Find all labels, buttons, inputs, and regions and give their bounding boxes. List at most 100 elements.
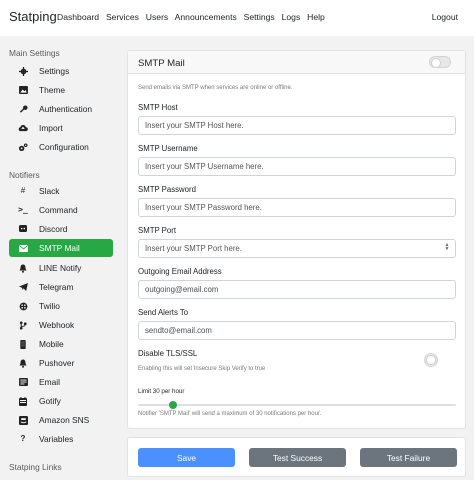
disable-tls-hint: Enabling this will set Insecure Skip Ver… <box>138 366 266 372</box>
sidebar-item-label: Import <box>39 123 63 133</box>
sidebar-item-line-notify[interactable]: LINE Notify <box>9 259 113 277</box>
sidebar-item-mobile[interactable]: Mobile <box>9 335 113 353</box>
sidebar-item-label: Theme <box>39 85 66 95</box>
sidebar-item-label: Variables <box>39 434 74 444</box>
sidebar-item-gotify[interactable]: Gotify <box>9 392 113 410</box>
sidebar-item-email[interactable]: Email <box>9 373 113 391</box>
limit-label: Limit 30 per hour <box>138 388 185 395</box>
outgoing-email-label: Outgoing Email Address <box>138 267 222 276</box>
nav-announcements[interactable]: Announcements <box>175 12 237 22</box>
twilio-icon <box>15 302 31 311</box>
sidebar-item-label: Configuration <box>39 142 89 152</box>
nav-dashboard[interactable]: Dashboard <box>57 12 99 22</box>
logout-link[interactable]: Logout <box>432 12 458 22</box>
sidebar-item-theme[interactable]: Theme <box>9 81 113 99</box>
aws-icon <box>15 415 31 425</box>
sidebar-item-slack[interactable]: # Slack <box>9 182 113 200</box>
terminal-icon: >_ <box>18 205 28 214</box>
gear-icon <box>15 66 31 76</box>
sidebar-item-label: Twilio <box>39 301 60 311</box>
gotify-icon <box>15 396 31 406</box>
sidebar-section-statping-links: Statping Links <box>9 462 62 472</box>
sidebar-item-webhook[interactable]: Webhook <box>9 316 113 334</box>
sidebar: Main Settings Settings Theme Authenticat… <box>0 36 124 480</box>
smtp-host-input[interactable]: Insert your SMTP Host here. <box>138 116 456 135</box>
save-button[interactable]: Save <box>138 448 235 467</box>
brand-logo[interactable]: Statping <box>9 9 57 24</box>
smtp-mail-card: SMTP Mail Send emails via SMTP when serv… <box>127 50 466 429</box>
sidebar-item-label: Slack <box>39 186 60 196</box>
sidebar-item-pushover[interactable]: Pushover <box>9 354 113 372</box>
sidebar-section-notifiers: Notifiers <box>9 170 40 180</box>
sidebar-item-label: Telegram <box>39 282 74 292</box>
sidebar-item-twilio[interactable]: Twilio <box>9 297 113 315</box>
sidebar-item-command[interactable]: >_ Command <box>9 201 113 219</box>
sidebar-item-configuration[interactable]: Configuration <box>9 138 113 156</box>
mail-icon <box>15 378 31 386</box>
discord-icon <box>15 225 31 233</box>
sidebar-item-label: Discord <box>39 224 68 234</box>
sidebar-item-label: Authentication <box>39 104 93 114</box>
smtp-username-input[interactable]: Insert your SMTP Username here. <box>138 157 456 176</box>
notifier-description: Send emails via SMTP when services are o… <box>138 85 293 91</box>
spinner-arrows-icon[interactable]: ▲ ▼ <box>444 243 450 252</box>
limit-hint: Notifier 'SMTP Mail' will send a maximum… <box>138 411 322 417</box>
test-failure-button[interactable]: Test Failure <box>360 448 457 467</box>
send-alerts-to-label: Send Alerts To <box>138 308 189 317</box>
card-title: SMTP Mail <box>138 58 185 69</box>
sidebar-section-main-settings: Main Settings <box>9 48 60 58</box>
sidebar-item-amazon-sns[interactable]: Amazon SNS <box>9 411 113 429</box>
limit-slider-thumb[interactable] <box>168 401 177 409</box>
sidebar-item-import[interactable]: Import <box>9 119 113 137</box>
disable-tls-label: Disable TLS/SSL <box>138 349 198 358</box>
nav-services[interactable]: Services <box>106 12 139 22</box>
image-icon <box>15 86 31 94</box>
sidebar-item-settings[interactable]: Settings <box>9 62 113 80</box>
nav-settings[interactable]: Settings <box>244 12 275 22</box>
test-success-button[interactable]: Test Success <box>249 448 346 467</box>
nav-help[interactable]: Help <box>307 12 325 22</box>
nav-links: Dashboard Services Users Announcements S… <box>57 12 329 22</box>
actions-card: Save Test Success Test Failure <box>127 437 466 477</box>
sidebar-item-label: LINE Notify <box>39 263 82 273</box>
nav-logs[interactable]: Logs <box>282 12 301 22</box>
smtp-password-input[interactable]: Insert your SMTP Password here. <box>138 198 456 217</box>
nav-users[interactable]: Users <box>146 12 168 22</box>
webhook-icon <box>15 320 31 330</box>
sidebar-item-smtp-mail[interactable]: SMTP Mail <box>9 239 113 257</box>
smtp-host-label: SMTP Host <box>138 103 178 112</box>
cogs-icon <box>15 142 31 152</box>
slack-icon: # <box>20 186 26 195</box>
disable-tls-toggle[interactable] <box>424 353 438 367</box>
sidebar-item-telegram[interactable]: Telegram <box>9 278 113 296</box>
sidebar-item-label: Webhook <box>39 320 75 330</box>
sidebar-item-discord[interactable]: Discord <box>9 220 113 238</box>
cloud-upload-icon <box>15 124 31 132</box>
smtp-port-field: Insert your SMTP Port here. ▲ ▼ <box>138 239 456 258</box>
smtp-port-label: SMTP Port <box>138 226 176 235</box>
sidebar-item-variables[interactable]: ? Variables <box>9 430 113 448</box>
sidebar-item-authentication[interactable]: Authentication <box>9 100 113 118</box>
card-header: SMTP Mail <box>128 51 465 74</box>
sidebar-item-label: Mobile <box>39 339 64 349</box>
sidebar-item-label: Gotify <box>39 396 61 406</box>
sidebar-item-label: Command <box>39 205 78 215</box>
outgoing-email-input[interactable]: outgoing@email.com <box>138 280 456 299</box>
envelope-icon <box>15 244 31 252</box>
sidebar-item-label: Amazon SNS <box>39 415 90 425</box>
bell-icon <box>15 264 31 273</box>
sidebar-item-label: Pushover <box>39 358 75 368</box>
enable-notifier-toggle[interactable] <box>429 56 451 68</box>
smtp-password-label: SMTP Password <box>138 185 196 194</box>
key-icon <box>15 104 31 114</box>
sidebar-item-label: SMTP Mail <box>39 243 80 253</box>
telegram-icon <box>15 283 31 291</box>
top-navbar: Statping Dashboard Services Users Announ… <box>0 0 474 36</box>
pushover-icon <box>15 359 31 368</box>
question-icon: ? <box>20 434 26 443</box>
smtp-port-input[interactable]: Insert your SMTP Port here. <box>138 239 456 258</box>
smtp-username-label: SMTP Username <box>138 144 198 153</box>
send-alerts-to-input[interactable]: sendto@email.com <box>138 321 456 340</box>
mobile-icon <box>15 339 31 349</box>
limit-slider[interactable] <box>138 401 456 409</box>
